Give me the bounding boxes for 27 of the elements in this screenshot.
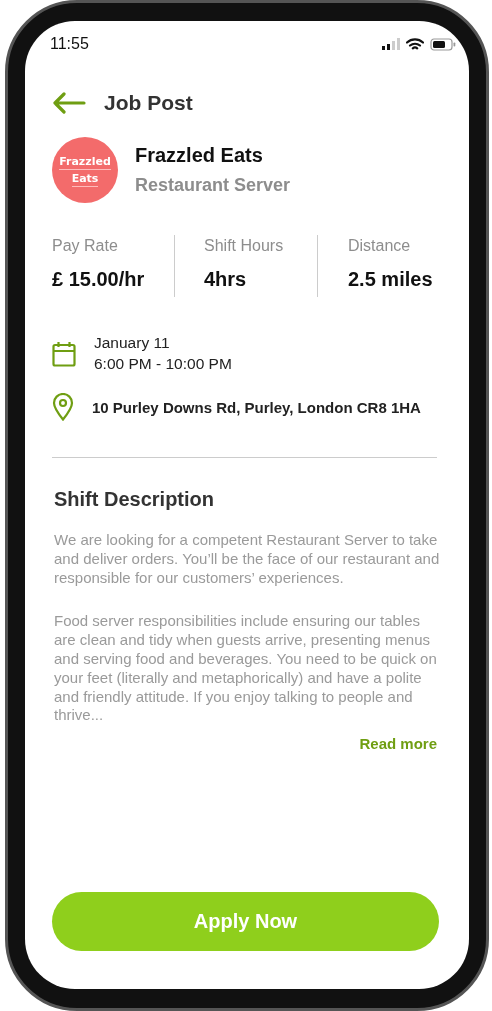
- battery-icon: [430, 37, 456, 51]
- date-text: 6:00 PM - 10:00 PM: [94, 355, 232, 373]
- wifi-icon: [406, 37, 424, 51]
- logo-text: Eats: [71, 170, 99, 187]
- section-heading: Shift Description: [54, 488, 215, 511]
- company-name: Frazzled Eats: [135, 144, 264, 167]
- read-more-link[interactable]: Read more: [359, 735, 437, 753]
- calendar-icon: [52, 340, 76, 367]
- logo-text: Frazzled: [59, 153, 111, 170]
- date-text: January 11: [94, 334, 171, 352]
- stat-label: Pay Rate: [52, 237, 119, 255]
- back-arrow-icon: [52, 92, 86, 114]
- address-text: 10 Purley Downs Rd, Purley, London CR8 1HA: [92, 398, 421, 416]
- signal-icon: [382, 38, 400, 50]
- apply-button[interactable]: Apply Now: [52, 892, 439, 951]
- description-text: We are looking for a competent Restaurant Server to take and deliver orders. You’ll be the face of our restaurant and responsible for our customers’ experiences.: [54, 531, 440, 588]
- back-button[interactable]: [52, 92, 86, 114]
- stat-value: 4hrs: [204, 268, 248, 291]
- description-text: Food server responsibilities include ensuring our tables are clean and tidy when guests arrive, presenting menus and serving food and beverages. You need to be quick on your feet (literally and metaphorically) and have a polite and friendly attitude. If you enjoy talking to people and thrive...: [54, 612, 438, 726]
- map-pin-icon: [52, 393, 74, 421]
- stat-value: £ 15.00/hr: [52, 268, 146, 291]
- stat-label: Shift Hours: [204, 237, 285, 255]
- status-time: 11:55: [50, 35, 89, 53]
- stat-value: 2.5 miles: [348, 268, 433, 291]
- page-title: Job Post: [104, 91, 193, 115]
- job-role: Restaurant Server: [135, 175, 291, 196]
- stat-label: Distance: [348, 237, 412, 255]
